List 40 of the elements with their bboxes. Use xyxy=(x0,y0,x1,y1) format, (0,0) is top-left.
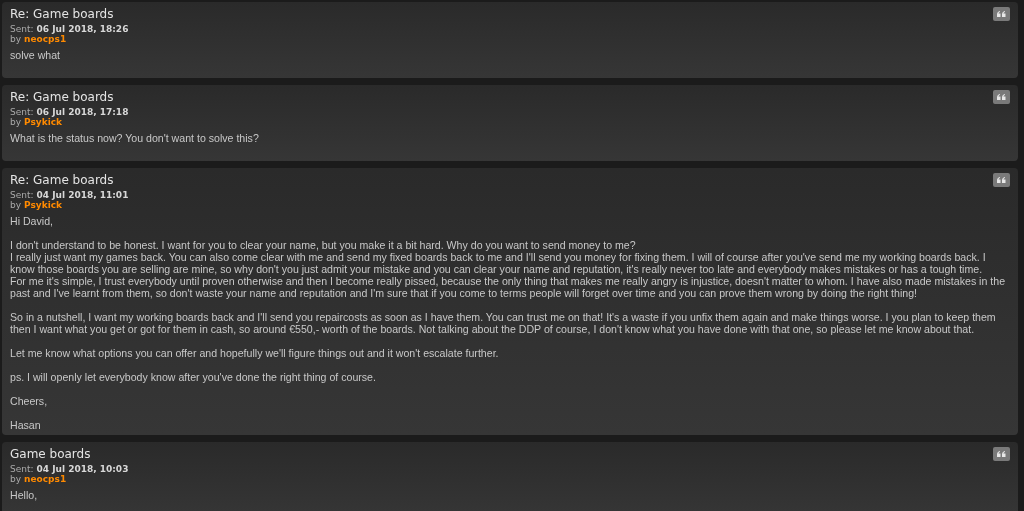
message-text: Hi David, xyxy=(10,215,54,227)
by-label: by xyxy=(10,474,22,484)
quote-icon xyxy=(997,94,1006,100)
sent-label: Sent: xyxy=(10,24,34,34)
sent-date: 04 Jul 2018, 10:03 xyxy=(36,464,129,474)
by-label: by xyxy=(10,117,22,127)
quote-icon xyxy=(997,451,1006,457)
by-label: by xyxy=(10,34,22,44)
quote-icon xyxy=(997,11,1006,17)
message-text: solve what xyxy=(10,49,62,61)
message-text: What is the status now? You don't want to solve this? xyxy=(10,132,260,144)
message-text: Hasan xyxy=(10,419,42,431)
quote-button[interactable] xyxy=(993,90,1010,104)
quote-button[interactable] xyxy=(993,447,1010,461)
sent-label: Sent: xyxy=(10,190,34,200)
message-text: So in a nutshell, I want my working boards back and I'll send you repaircosts as soon as I have them. You can trust me on that! It's a waste if you unfix them again and make things worse. I you plan to keep them then I want what you get or got for them in cash, so around €550,- worth of the boards. Not talking about the DDP of course, I don't know what you have done with that one, so please let me know about that. xyxy=(10,311,997,335)
message-title: Game boards xyxy=(10,446,91,462)
author-link[interactable]: neocps1 xyxy=(24,34,67,44)
sent-label: Sent: xyxy=(10,464,34,474)
message-title: Re: Game boards xyxy=(10,6,114,22)
message-text: For me it's simple, I trust everybody until proven otherwise and then I become really pissed, because the only thing that makes me really angry is injustice, doesn't matter to whom. I have also made mistakes in the past and I've learnt from them, so don't waste your name and reputation and I'm sure that if you come to terms people will forget over time and you can prove them wrong by doing the right thing! xyxy=(10,275,1007,299)
message-title: Re: Game boards xyxy=(10,172,114,188)
sent-date: 04 Jul 2018, 11:01 xyxy=(36,190,129,200)
quote-button[interactable] xyxy=(993,173,1010,187)
quote-button[interactable] xyxy=(993,7,1010,21)
message-text: Let me know what options you can offer and hopefully we'll figure things out and it won't escalate further. xyxy=(10,347,500,359)
sent-label: Sent: xyxy=(10,107,34,117)
author-link[interactable]: Psykick xyxy=(24,117,63,127)
quote-icon xyxy=(997,177,1006,183)
message-text: Cheers, xyxy=(10,395,49,407)
message-title: Re: Game boards xyxy=(10,89,114,105)
by-label: by xyxy=(10,200,22,210)
author-link[interactable]: neocps1 xyxy=(24,474,67,484)
message-text: I really just want my games back. You can also come clear with me and send my fixed boards back to me and I'll send you money for fixing them. I will of course after you've send me my working boards back. I know those boards you are selling are mine, so why don't you just admit your mistake and you can clear your name and reputation, it's really never too late and everybody makes mistakes or has a tough time. xyxy=(10,251,987,275)
message-text: ps. I will openly let everybody know after you've done the right thing of course. xyxy=(10,371,377,383)
message-text: I don't understand to be honest. I want for you to clear your name, but you make it a bit hard. Why do you want to send money to me? xyxy=(10,239,637,251)
message-text: Hello, xyxy=(10,489,39,501)
sent-date: 06 Jul 2018, 18:26 xyxy=(36,24,129,34)
sent-date: 06 Jul 2018, 17:18 xyxy=(36,107,129,117)
author-link[interactable]: Psykick xyxy=(24,200,63,210)
